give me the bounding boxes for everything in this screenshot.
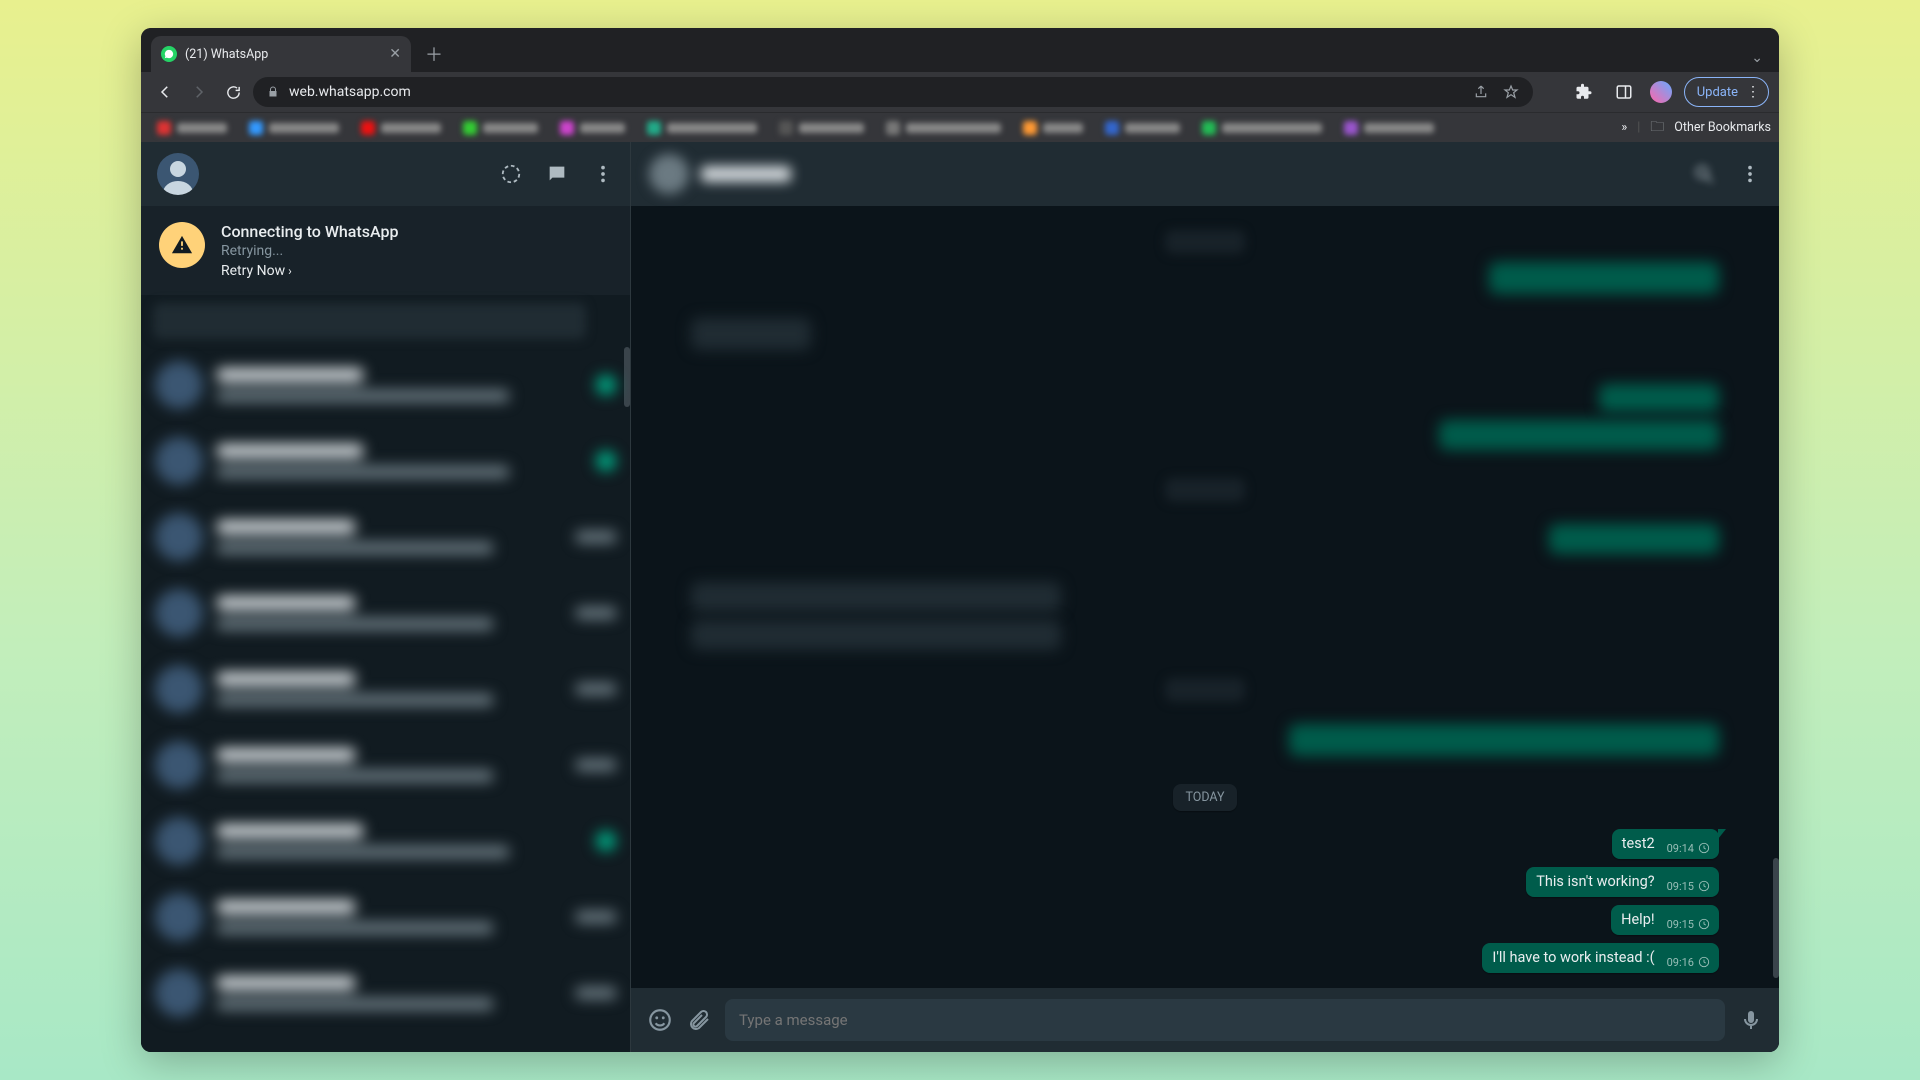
clock-icon <box>1697 879 1711 893</box>
message-text: test2 <box>1622 835 1659 852</box>
bookmark-item[interactable] <box>455 118 546 138</box>
emoji-icon[interactable] <box>647 1007 673 1033</box>
address-bar[interactable]: web.whatsapp.com <box>253 77 1533 107</box>
filter-icon[interactable] <box>594 309 618 333</box>
bookmark-item[interactable] <box>1097 118 1188 138</box>
conversation-pane: TODAY test2 09:14 This isn't working? 09… <box>631 142 1779 1052</box>
mic-icon[interactable] <box>1739 1008 1763 1032</box>
bookmark-item[interactable] <box>1336 118 1442 138</box>
message-input-wrapper <box>725 999 1725 1041</box>
my-avatar[interactable] <box>157 153 199 195</box>
message-time: 09:15 <box>1667 880 1694 893</box>
sidepanel-icon[interactable] <box>1610 78 1638 106</box>
message-out[interactable]: test2 09:14 <box>1612 829 1719 859</box>
warning-icon <box>159 222 205 268</box>
profile-avatar[interactable] <box>1650 81 1672 103</box>
browser-tab[interactable]: (21) WhatsApp ✕ <box>151 36 411 72</box>
chat-list[interactable] <box>141 347 630 1052</box>
message-text: Help! <box>1621 911 1658 928</box>
chat-list-item[interactable] <box>141 347 630 423</box>
alert-title: Connecting to WhatsApp <box>221 222 398 241</box>
reload-button[interactable] <box>219 78 247 106</box>
day-chip: TODAY <box>1173 784 1236 811</box>
sidebar-search-row <box>141 295 630 347</box>
chat-list-item[interactable] <box>141 803 630 879</box>
toolbar: web.whatsapp.com Update ⋮ <box>141 72 1779 112</box>
message-input[interactable] <box>739 1011 1711 1029</box>
clock-icon <box>1697 955 1711 969</box>
search-input[interactable] <box>153 303 586 339</box>
new-chat-icon[interactable] <box>546 163 568 185</box>
bookmark-item[interactable] <box>552 118 633 138</box>
message-text: This isn't working? <box>1536 873 1658 890</box>
alert-subtitle: Retrying... <box>221 243 398 259</box>
update-button[interactable]: Update ⋮ <box>1684 77 1769 107</box>
retry-now-button[interactable]: Retry Now› <box>221 263 398 279</box>
conversation-menu-icon[interactable] <box>1739 163 1761 185</box>
extensions-icon[interactable] <box>1570 78 1598 106</box>
whatsapp-app: Connecting to WhatsApp Retrying... Retry… <box>141 142 1779 1052</box>
connection-alert: Connecting to WhatsApp Retrying... Retry… <box>141 206 630 295</box>
bookmark-item[interactable] <box>878 118 1009 138</box>
folder-icon: 🗀 <box>1650 116 1664 140</box>
message-time: 09:14 <box>1667 842 1694 855</box>
new-tab-button[interactable]: ＋ <box>419 39 449 69</box>
chat-list-item[interactable] <box>141 499 630 575</box>
bookmark-item[interactable] <box>639 118 765 138</box>
chat-list-item[interactable] <box>141 879 630 955</box>
sidebar: Connecting to WhatsApp Retrying... Retry… <box>141 142 631 1052</box>
whatsapp-favicon-icon <box>161 46 177 62</box>
bookmark-item[interactable] <box>149 118 235 138</box>
tab-strip: (21) WhatsApp ✕ ＋ ⌄ <box>141 28 1779 72</box>
lock-icon <box>267 86 279 98</box>
clock-icon <box>1697 841 1711 855</box>
chat-list-item[interactable] <box>141 955 630 1031</box>
message-out[interactable]: Help! 09:15 <box>1611 905 1719 935</box>
menu-kebab-icon[interactable]: ⋮ <box>1746 89 1760 95</box>
chat-list-item[interactable] <box>141 727 630 803</box>
message-time: 09:16 <box>1667 956 1694 969</box>
message-out[interactable]: I'll have to work instead :( 09:16 <box>1482 943 1719 973</box>
menu-icon[interactable] <box>592 163 614 185</box>
bookmarks-overflow-icon[interactable]: » <box>1621 120 1627 135</box>
chat-list-item[interactable] <box>141 651 630 727</box>
sidebar-header <box>141 142 630 206</box>
chat-list-item[interactable] <box>141 575 630 651</box>
update-label: Update <box>1697 85 1738 100</box>
tab-title: (21) WhatsApp <box>185 47 268 62</box>
message-out[interactable]: This isn't working? 09:15 <box>1526 867 1719 897</box>
browser-window: (21) WhatsApp ✕ ＋ ⌄ web.whatsapp.com Upd… <box>141 28 1779 1052</box>
bookmark-item[interactable] <box>353 118 449 138</box>
attach-icon[interactable] <box>687 1008 711 1032</box>
bookmark-item[interactable] <box>241 118 347 138</box>
chevron-right-icon: › <box>288 264 292 278</box>
bookmark-item[interactable] <box>771 118 872 138</box>
forward-button[interactable] <box>185 78 213 106</box>
bookmark-item[interactable] <box>1015 118 1091 138</box>
chat-list-item[interactable] <box>141 423 630 499</box>
bookmark-item[interactable] <box>1194 118 1330 138</box>
star-icon[interactable] <box>1503 84 1519 100</box>
composer <box>631 988 1779 1052</box>
close-tab-icon[interactable]: ✕ <box>389 46 401 62</box>
message-list[interactable]: TODAY test2 09:14 This isn't working? 09… <box>631 206 1779 988</box>
conversation-header <box>631 142 1779 206</box>
message-text: I'll have to work instead :( <box>1492 949 1658 966</box>
back-button[interactable] <box>151 78 179 106</box>
conversation-title[interactable] <box>649 154 791 194</box>
clock-icon <box>1697 917 1711 931</box>
share-icon[interactable] <box>1473 84 1489 100</box>
conversation-scrollbar[interactable] <box>1773 206 1779 988</box>
url-text: web.whatsapp.com <box>289 84 411 100</box>
other-bookmarks-button[interactable]: Other Bookmarks <box>1674 120 1771 135</box>
status-icon[interactable] <box>500 163 522 185</box>
tabs-dropdown-icon[interactable]: ⌄ <box>1751 50 1779 72</box>
search-in-chat-icon[interactable] <box>1693 163 1715 185</box>
message-time: 09:15 <box>1667 918 1694 931</box>
bookmarks-bar: » | 🗀 Other Bookmarks <box>141 112 1779 142</box>
